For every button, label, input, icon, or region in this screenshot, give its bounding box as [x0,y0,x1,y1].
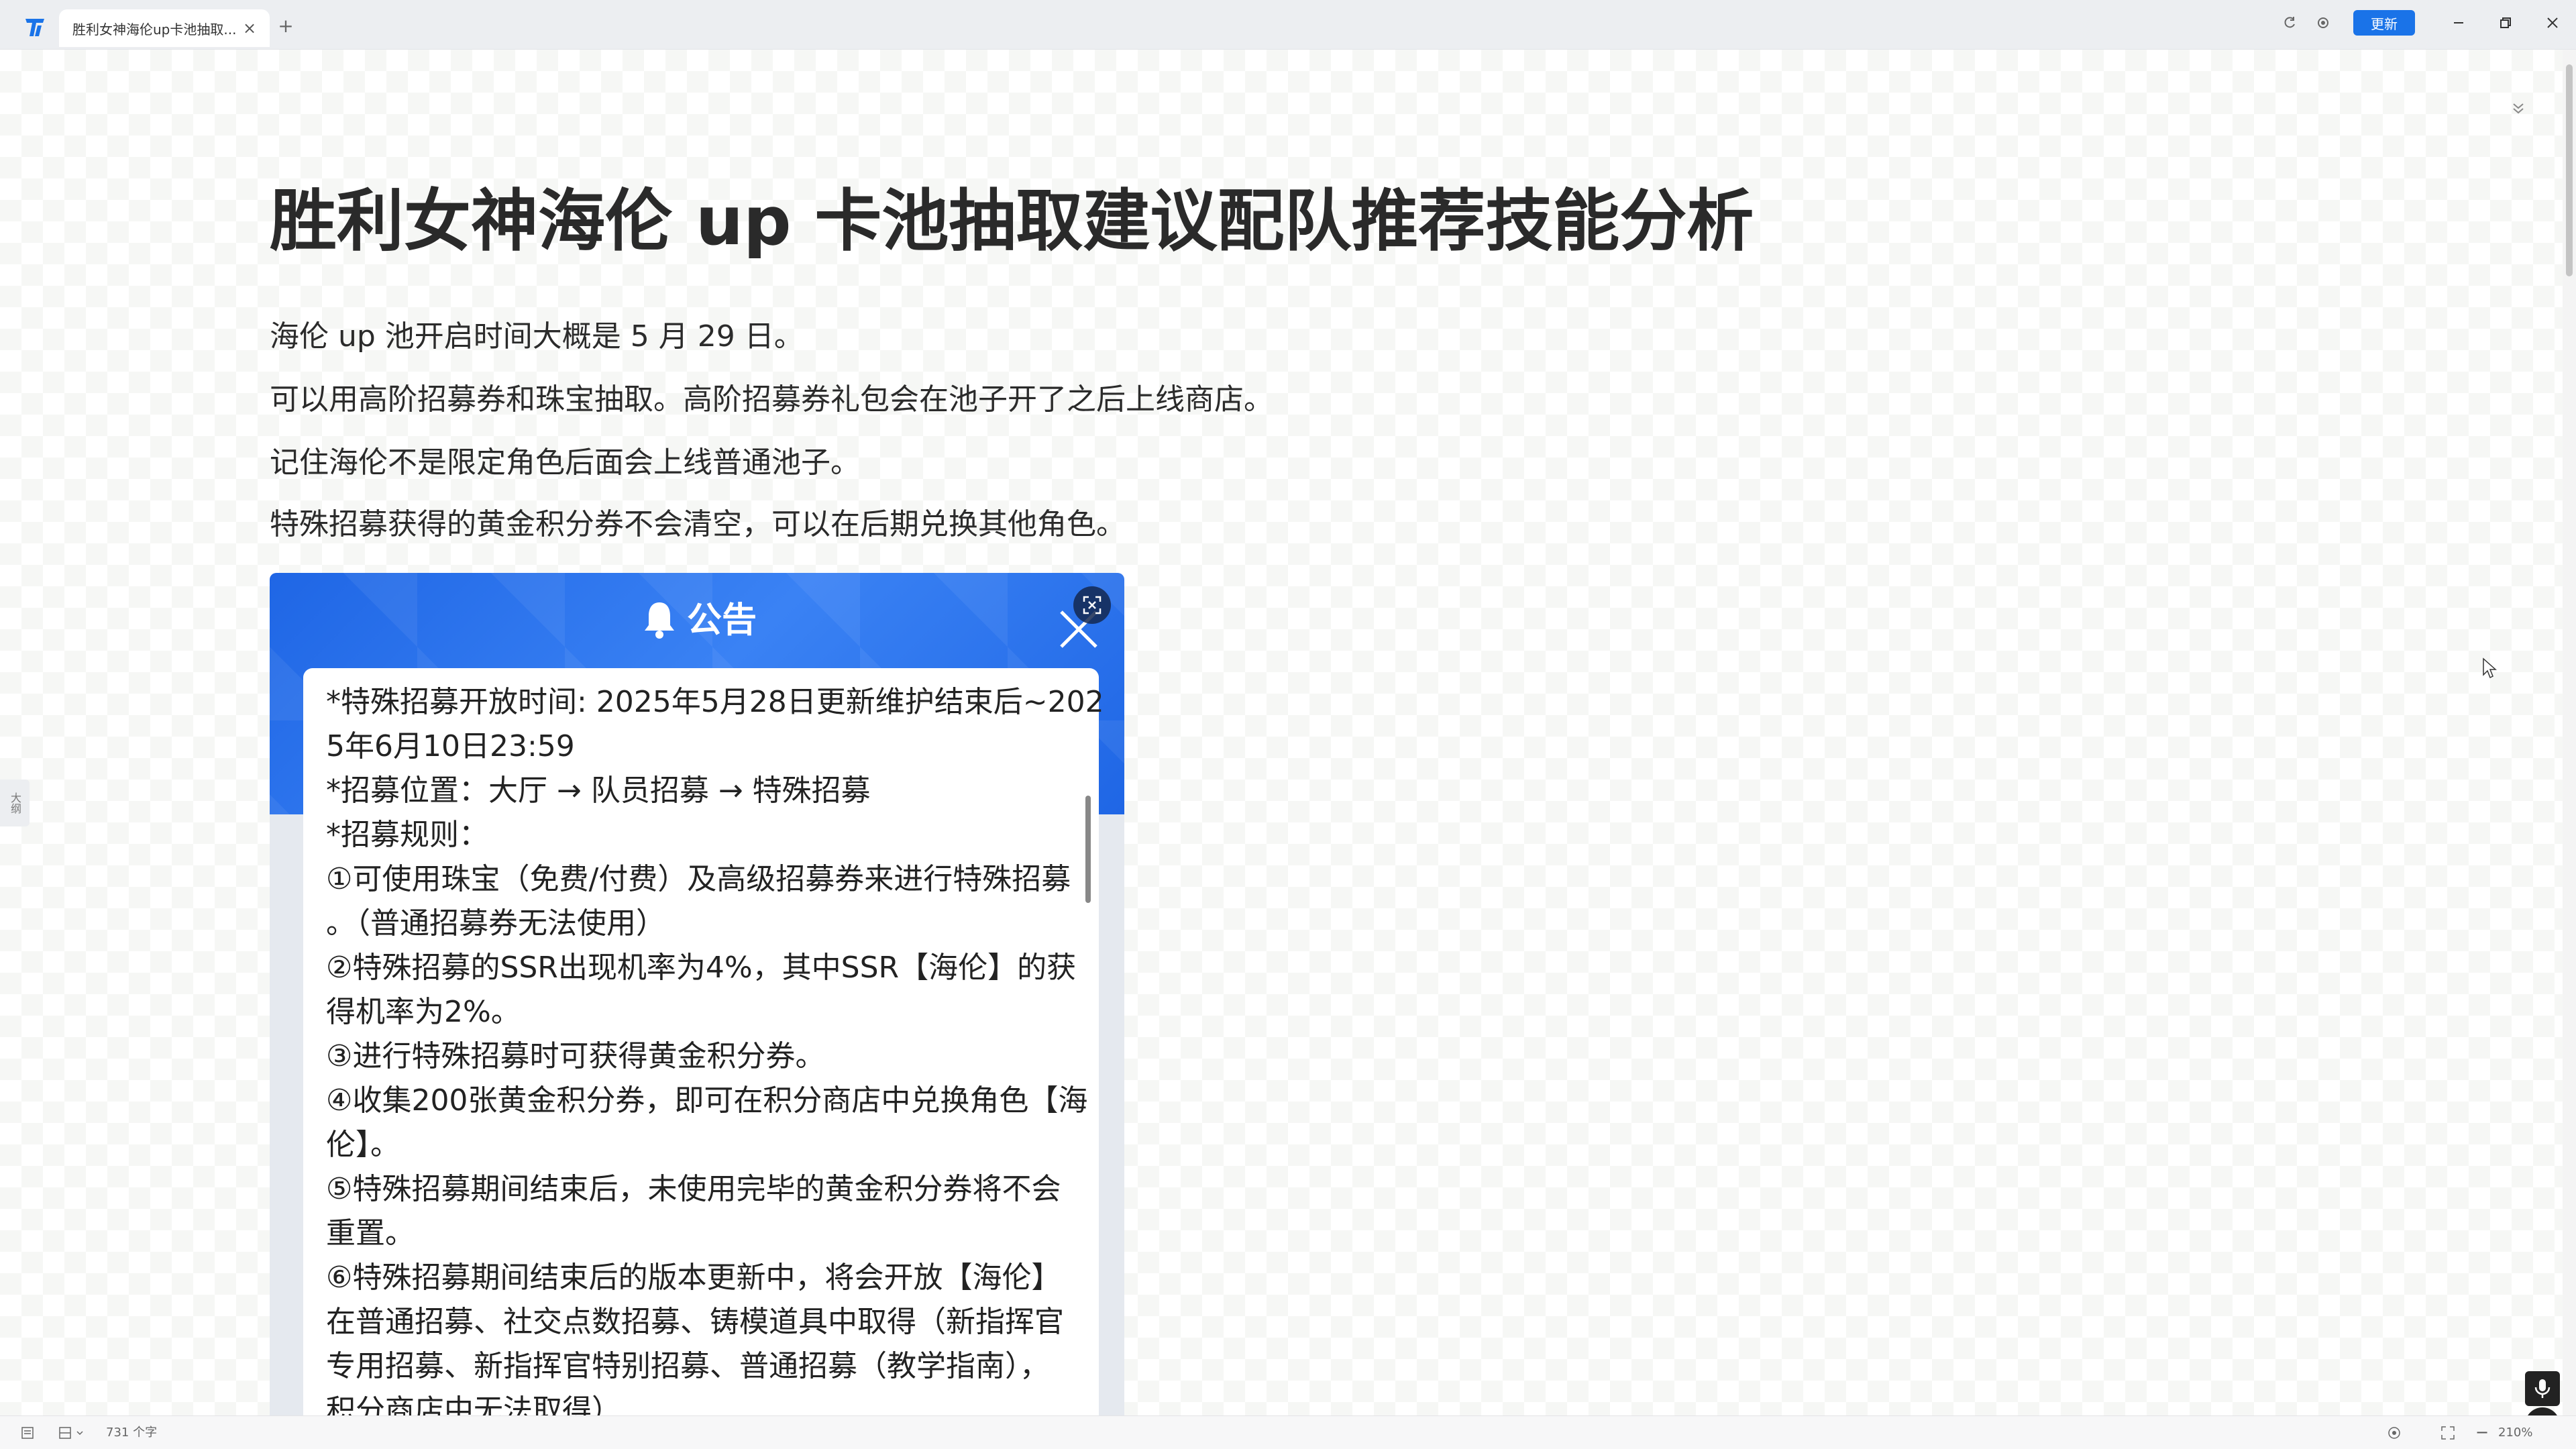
scrollbar-thumb[interactable] [2566,64,2573,276]
app-logo-icon[interactable] [23,16,47,38]
notice-line: ①可使用珠宝（免费/付费）及高级招募券来进行特殊招募 [326,862,1071,896]
notice-line: 。（普通招募券无法使用） [326,906,665,941]
notice-line: 在普通招募、社交点数招募、铸模道具中取得（新指挥官 [326,1305,1064,1339]
notice-line: *特殊招募开放时间: 2025年5月28日更新维护结束后~202 [326,685,1104,719]
outline-view-icon[interactable] [19,1424,36,1442]
announcement-scrollbar [1085,796,1091,903]
focus-mode-icon[interactable] [2385,1424,2403,1442]
notice-line: 得机率为2%。 [326,995,521,1029]
notice-line: ⑤特殊招募期间结束后，未使用完毕的黄金积分券将不会 [326,1172,1061,1206]
paragraph[interactable]: 记住海伦不是限定角色后面会上线普通池子。 [270,443,1880,483]
close-window-icon[interactable] [2529,9,2576,36]
outline-tab-label: 大纲 [9,792,21,814]
paragraph[interactable]: 海伦 up 池开启时间大概是 5 月 29 日。 [270,317,1880,357]
word-count[interactable]: 731 个字 [106,1424,157,1442]
announcement-image[interactable]: 公告 *特殊招募开放时间: 2025年5月28日更新维护结束后~202 5年6月… [270,573,1124,1415]
zoom-level[interactable]: 210% [2498,1426,2532,1440]
announcement-body: *特殊招募开放时间: 2025年5月28日更新维护结束后~202 5年6月10日… [303,668,1104,1415]
settings-icon[interactable] [2314,14,2332,32]
paragraph[interactable]: 特殊招募获得的黄金积分券不会清空，可以在后期兑换其他角色。 [270,504,1880,545]
document-title[interactable]: 胜利女神海伦 up 卡池抽取建议配队推荐技能分析 [270,174,2014,268]
window-controls: 更新 [2273,9,2576,36]
update-button[interactable]: 更新 [2353,10,2415,36]
document-tab[interactable]: 胜利女神海伦up卡池抽取... × [59,9,270,47]
notice-line: ③进行特殊招募时可获得黄金积分券。 [326,1039,825,1073]
notice-line: ⑥特殊招募期间结束后的版本更新中，将会开放【海伦】 [326,1260,1061,1295]
vertical-scrollbar[interactable] [2563,50,2576,1415]
notice-line: *招募规则： [326,818,488,852]
notice-line: 积分商店中无法取得） [326,1393,621,1415]
layout-dropdown-icon[interactable] [56,1424,87,1442]
notice-line: 伦】。 [326,1128,400,1162]
title-bar: 胜利女神海伦up卡池抽取... × + 更新 [0,0,2576,50]
sync-icon[interactable] [2281,14,2298,32]
minimize-icon[interactable] [2435,9,2482,36]
restore-icon[interactable] [2482,9,2529,36]
notice-line: 重置。 [326,1216,415,1250]
microphone-icon[interactable] [2525,1371,2560,1406]
expand-image-icon[interactable] [1073,586,1111,624]
chevron-double-down-icon[interactable] [2506,97,2530,121]
zoom-out-icon[interactable]: − [2475,1423,2489,1442]
notice-line: 专用招募、新指挥官特别招募、普通招募（教学指南）， [326,1349,1049,1383]
paragraph[interactable]: 可以用高阶招募券和珠宝抽取。高阶招募券礼包会在池子开了之后上线商店。 [270,380,1880,420]
notice-line: ②特殊招募的SSR出现机率为4%，其中SSR【海伦】的获 [326,951,1077,985]
mouse-cursor-icon [2483,657,2497,679]
outline-toggle[interactable]: 大纲 [0,780,30,826]
announcement-heading: 公告 [687,600,757,641]
notice-line: *招募位置：大厅 → 队员招募 → 特殊招募 [326,773,871,808]
notice-line: ④收集200张黄金积分券，即可在积分商店中兑换角色【海 [326,1083,1088,1118]
close-tab-icon[interactable]: × [240,19,259,38]
notice-line: 5年6月10日23:59 [326,729,575,763]
fullscreen-icon[interactable] [2439,1424,2457,1442]
status-bar: 731 个字 − 210% [0,1415,2576,1449]
bell-icon [645,602,674,639]
new-tab-icon[interactable]: + [276,15,295,37]
tab-title: 胜利女神海伦up卡池抽取... [72,21,237,38]
